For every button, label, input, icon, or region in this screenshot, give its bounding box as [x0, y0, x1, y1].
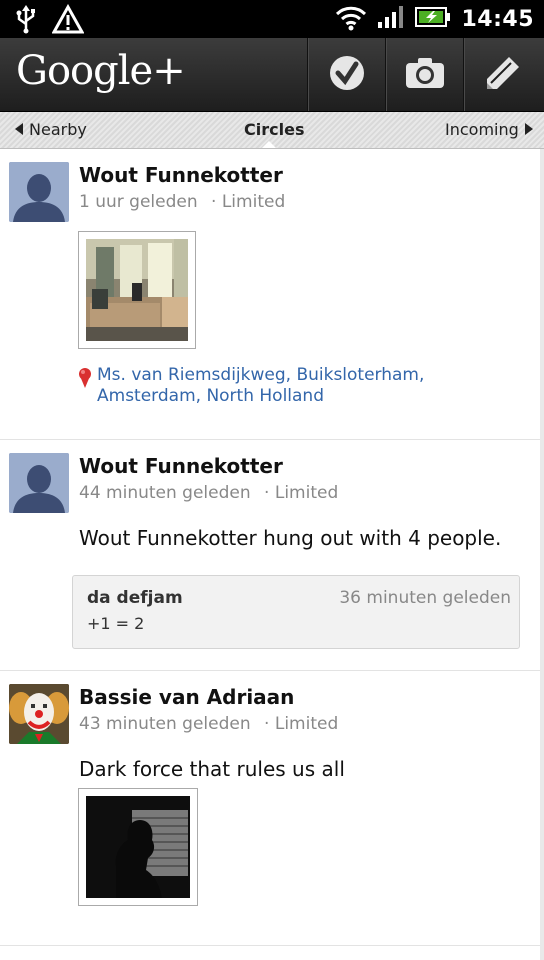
comment-time: 36 minuten geleden: [339, 588, 511, 608]
tab-incoming[interactable]: Incoming: [445, 120, 534, 139]
post-text: Wout Funnekotter hung out with 4 people.: [79, 526, 502, 550]
post-time: 43 minuten geleden: [79, 714, 251, 734]
avatar[interactable]: [9, 162, 69, 222]
camera-button[interactable]: [385, 38, 464, 111]
post-meta: 44 minuten geleden · Limited: [79, 483, 338, 503]
post-photo[interactable]: [78, 788, 198, 906]
office-photo: [86, 239, 188, 341]
arrow-right-icon: [524, 120, 534, 139]
location-pin-icon: [78, 367, 92, 395]
tab-nearby[interactable]: Nearby: [14, 120, 87, 139]
comment-text: +1 = 2: [87, 614, 145, 633]
arrow-left-icon: [14, 120, 24, 139]
checkmark-icon: [328, 54, 366, 96]
comment-card[interactable]: da defjam 36 minuten geleden +1 = 2: [72, 575, 520, 649]
scrollbar-track[interactable]: [540, 149, 544, 960]
clock: 14:45: [461, 6, 534, 32]
compose-button[interactable]: [463, 38, 542, 111]
checkin-button[interactable]: [307, 38, 386, 111]
post-visibility: · Limited: [264, 483, 339, 503]
tab-circles-label: Circles: [244, 120, 305, 139]
usb-icon: [14, 4, 38, 38]
avatar[interactable]: [9, 684, 69, 744]
post-text: Dark force that rules us all: [79, 757, 345, 781]
post-item[interactable]: Bassie van Adriaan 43 minuten geleden · …: [0, 671, 540, 946]
battery-icon: [415, 6, 451, 32]
post-author[interactable]: Wout Funnekotter: [79, 454, 283, 478]
comment-author[interactable]: da defjam: [87, 588, 183, 608]
warning-icon: [51, 3, 85, 38]
post-meta: 1 uur geleden · Limited: [79, 192, 285, 212]
post-meta: 43 minuten geleden · Limited: [79, 714, 338, 734]
clown-avatar-icon: [9, 684, 69, 744]
pencil-icon: [483, 53, 523, 97]
post-time: 1 uur geleden: [79, 192, 198, 212]
post-photo[interactable]: [78, 231, 196, 349]
default-avatar-icon: [9, 162, 69, 222]
camera-icon: [405, 57, 445, 93]
post-visibility: · Limited: [211, 192, 286, 212]
status-bar: 14:45: [0, 0, 544, 38]
active-tab-caret: [262, 141, 276, 148]
tab-nearby-label: Nearby: [29, 120, 87, 139]
post-item[interactable]: Wout Funnekotter 1 uur geleden · Limited: [0, 149, 540, 440]
stream-feed: Wout Funnekotter 1 uur geleden · Limited: [0, 149, 540, 946]
wifi-icon: [335, 3, 367, 35]
tab-circles[interactable]: Circles: [244, 120, 304, 139]
google-plus-logo[interactable]: Google+: [16, 48, 186, 94]
post-visibility: · Limited: [264, 714, 339, 734]
post-author[interactable]: Bassie van Adriaan: [79, 685, 294, 709]
post-location[interactable]: Ms. van Riemsdijkweg, Buiksloterham, Ams…: [78, 365, 523, 407]
silhouette-photo: [86, 796, 190, 898]
tab-incoming-label: Incoming: [445, 120, 519, 139]
post-time: 44 minuten geleden: [79, 483, 251, 503]
app-header: Google+: [0, 38, 544, 112]
default-avatar-icon: [9, 453, 69, 513]
post-author[interactable]: Wout Funnekotter: [79, 163, 283, 187]
location-label: Ms. van Riemsdijkweg, Buiksloterham, Ams…: [97, 365, 425, 406]
post-item[interactable]: Wout Funnekotter 44 minuten geleden · Li…: [0, 440, 540, 671]
avatar[interactable]: [9, 453, 69, 513]
signal-icon: [377, 4, 405, 34]
